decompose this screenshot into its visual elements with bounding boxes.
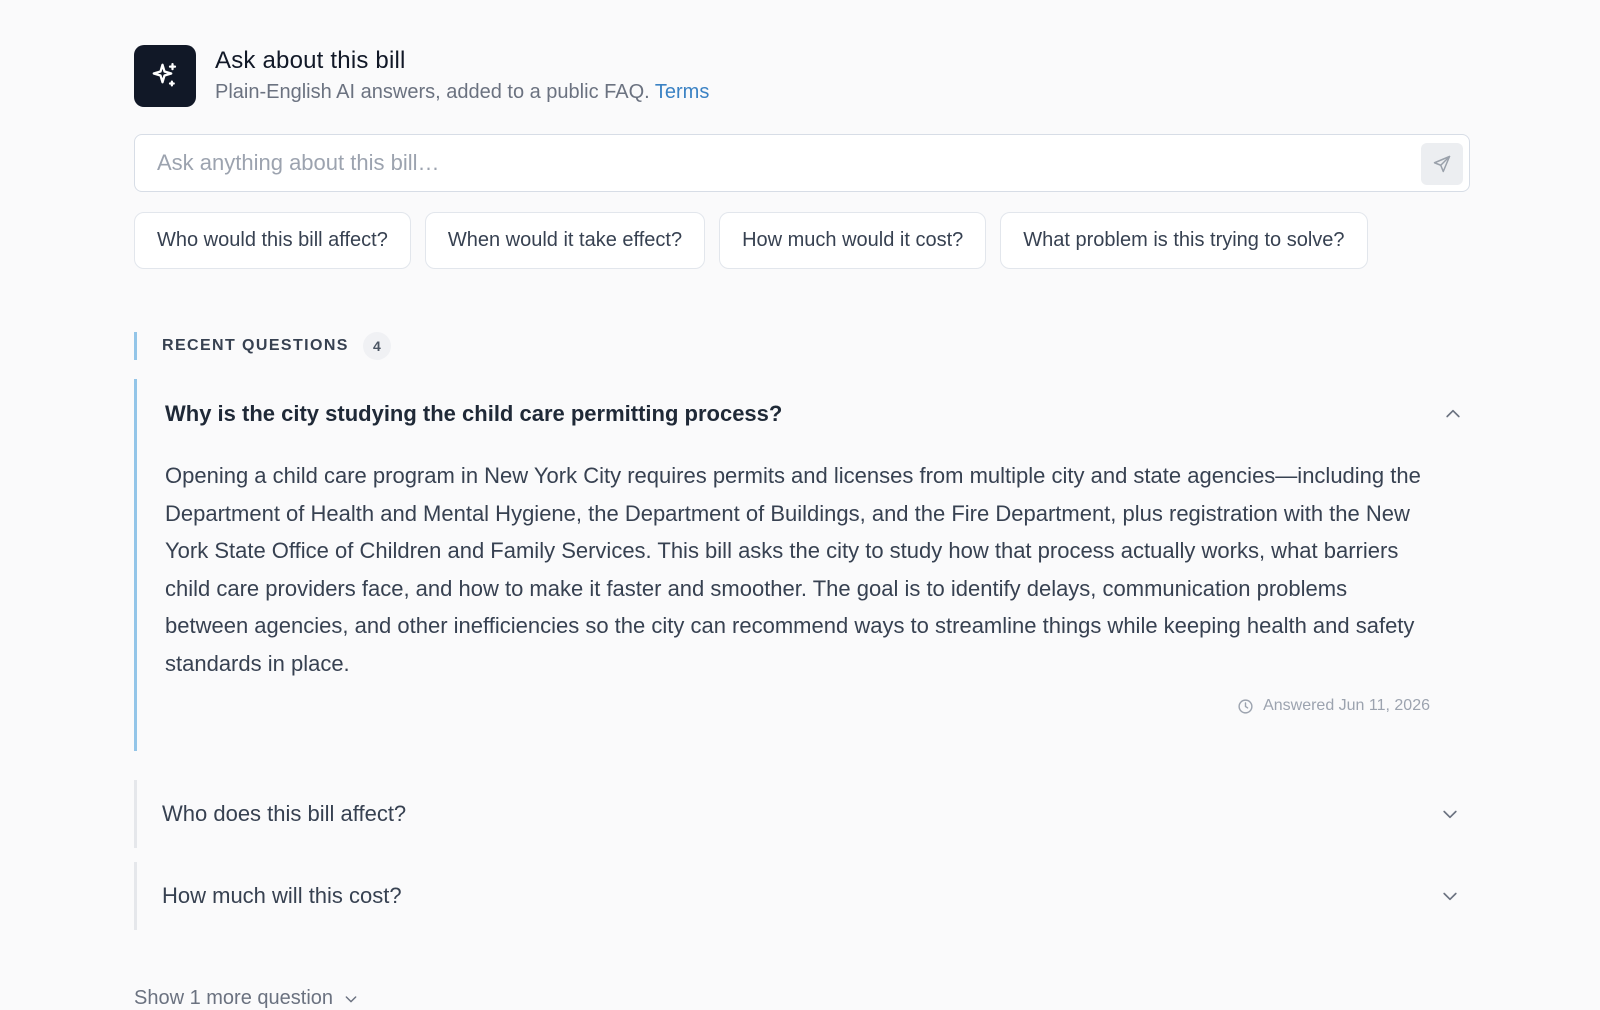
question-search-box: [134, 134, 1470, 192]
panel-title: Ask about this bill: [215, 47, 406, 74]
recent-questions-header: RECENT QUESTIONS 4: [134, 332, 391, 360]
show-more-label: Show 1 more question: [134, 987, 334, 1009]
chevron-up-icon: [1441, 402, 1465, 426]
suggestion-chip-affect[interactable]: Who would this bill affect?: [134, 212, 411, 269]
faq-question: Who does this bill affect?: [162, 801, 407, 826]
clock-icon: [1237, 698, 1254, 715]
show-more-button[interactable]: Show 1 more question: [134, 987, 359, 1010]
panel-header: Ask about this bill Plain-English AI ans…: [134, 44, 1470, 107]
question-input[interactable]: [135, 135, 1405, 191]
suggested-questions: Who would this bill affect? When would i…: [134, 212, 1368, 269]
ask-bill-panel: Ask about this bill Plain-English AI ans…: [134, 44, 1470, 1009]
faq-item-collapsed[interactable]: How much will this cost?: [134, 862, 1470, 930]
header-text: Ask about this bill Plain-English AI ans…: [215, 47, 709, 104]
chevron-down-icon: [343, 991, 359, 1007]
terms-link[interactable]: Terms: [655, 81, 709, 103]
send-button[interactable]: [1421, 143, 1463, 185]
faq-question-toggle[interactable]: Why is the city studying the child care …: [137, 379, 1473, 449]
sparkle-icon: [134, 44, 196, 107]
faq-answer: Opening a child care program in New York…: [165, 463, 1421, 676]
chevron-down-icon: [1438, 802, 1462, 826]
suggestion-chip-cost[interactable]: How much would it cost?: [719, 212, 987, 269]
faq-item-expanded: Why is the city studying the child care …: [134, 379, 1470, 751]
answered-date: Answered Jun 11, 2026: [1263, 697, 1430, 714]
faq-item-collapsed[interactable]: Who does this bill affect?: [134, 780, 1470, 848]
suggestion-chip-effective-date[interactable]: When would it take effect?: [424, 212, 706, 269]
send-icon: [1432, 154, 1452, 174]
faq-question: How much will this cost?: [162, 883, 402, 908]
faq-question: Why is the city studying the child care …: [165, 401, 783, 426]
recent-questions-count: 4: [362, 332, 391, 360]
panel-subtitle: Plain-English AI answers, added to a pub…: [215, 81, 709, 104]
recent-questions-label: RECENT QUESTIONS: [162, 337, 349, 354]
subtitle-text: Plain-English AI answers, added to a pub…: [215, 81, 650, 103]
chevron-down-icon: [1438, 884, 1462, 908]
suggestion-chip-problem[interactable]: What problem is this trying to solve?: [1000, 212, 1368, 269]
answered-meta: Answered Jun 11, 2026: [1237, 697, 1430, 715]
